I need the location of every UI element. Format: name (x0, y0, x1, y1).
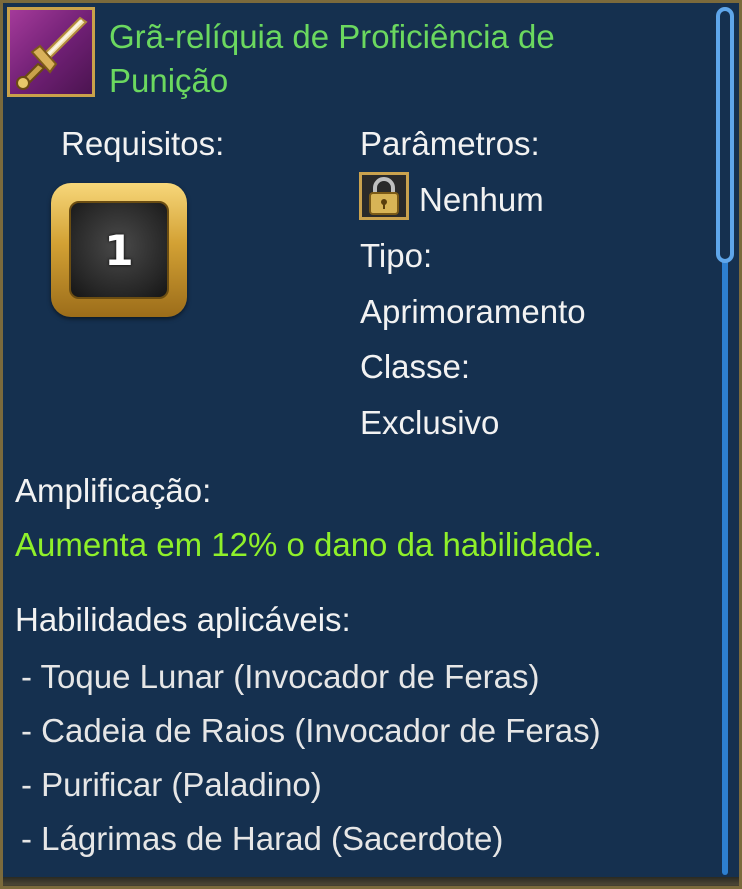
list-item: - Cadeia de Raios (Invocador de Feras) (21, 712, 601, 749)
level-requirement-badge: 1 (51, 183, 187, 317)
lock-icon (359, 172, 409, 220)
class-label: Classe: (360, 348, 471, 385)
type-value: Aprimoramento (360, 293, 586, 330)
class-value: Exclusivo (360, 404, 500, 441)
amplification-label: Amplificação: (15, 472, 212, 509)
applicable-skills-label: Habilidades aplicáveis: (15, 601, 351, 638)
item-title: Grã-relíquia de Proficiência de Punição (109, 18, 555, 99)
parameters-label: Parâmetros: (360, 125, 540, 162)
scrollbar-thumb[interactable] (716, 7, 734, 263)
list-item: - Purificar (Paladino) (21, 766, 322, 803)
type-label: Tipo: (360, 237, 433, 274)
sword-icon (7, 7, 95, 97)
parameters-value: Nenhum (419, 181, 544, 218)
list-item: - Lágrimas de Harad (Sacerdote) (21, 820, 504, 857)
item-tooltip-panel: Grã-relíquia de Proficiência de Punição … (0, 0, 742, 889)
level-requirement-value: 1 (104, 225, 134, 275)
panel-bottom-border (3, 877, 739, 886)
amplification-description: Aumenta em 12% o dano da habilidade. (15, 526, 603, 563)
applicable-skills-list: - Toque Lunar (Invocador de Feras) - Cad… (21, 650, 601, 886)
requirements-label: Requisitos: (61, 125, 225, 162)
list-item: - Toque Lunar (Invocador de Feras) (21, 658, 540, 695)
